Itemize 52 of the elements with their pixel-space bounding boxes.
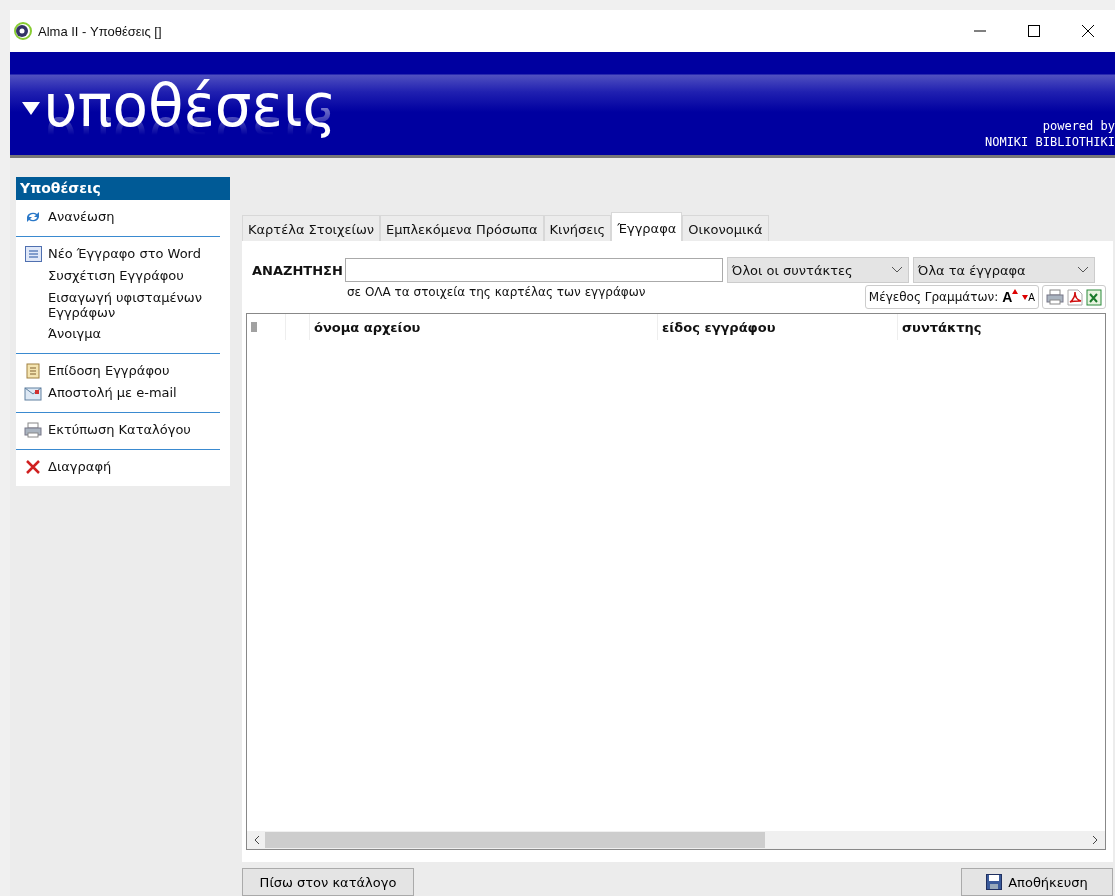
powered-by-text: powered by xyxy=(1042,118,1115,134)
tab[interactable]: Έγγραφα xyxy=(611,212,683,241)
excel-export-button[interactable] xyxy=(1086,288,1102,306)
filter-dropdown[interactable]: Όλα τα έγγραφα xyxy=(912,257,1095,283)
print-button[interactable] xyxy=(1046,289,1064,305)
tab[interactable]: Κινήσεις xyxy=(543,215,612,241)
tab[interactable]: Καρτέλα Στοιχείων xyxy=(242,215,381,241)
decrease-font-button[interactable]: A xyxy=(1022,291,1035,303)
horizontal-scrollbar[interactable] xyxy=(247,831,1105,849)
down-triangle-icon xyxy=(1022,294,1029,300)
sidebar-title: Υποθέσεις xyxy=(16,177,230,200)
app-logo-icon xyxy=(14,22,32,40)
sidebar-item[interactable]: Συσχέτιση Εγγράφου xyxy=(24,265,210,287)
banner-title: υποθέσεις xyxy=(44,76,337,136)
maximize-icon xyxy=(1028,25,1040,37)
search-field[interactable] xyxy=(344,258,723,282)
sidebar-item[interactable]: Αποστολή με e-mail xyxy=(24,382,210,404)
word-document-icon xyxy=(24,246,42,262)
tab[interactable]: Εμπλεκόμενα Πρόσωπα xyxy=(380,215,544,241)
sidebar-item[interactable]: Ανανέωση xyxy=(24,206,210,228)
sidebar-item[interactable]: Νέο Έγγραφο στο Word xyxy=(24,243,210,265)
window-title: Alma II - Υποθέσεις [] xyxy=(38,23,163,39)
sidebar-item[interactable]: Άνοιγμα xyxy=(24,323,210,345)
up-triangle-icon xyxy=(1012,289,1019,294)
delete-icon xyxy=(25,459,41,475)
back-button[interactable]: Πίσω στον κατάλογο xyxy=(242,868,414,896)
mail-icon xyxy=(24,385,42,401)
sidebar-item[interactable]: Εκτύπωση Καταλόγου xyxy=(24,419,210,441)
scroll-icon xyxy=(25,363,41,379)
chevron-icon xyxy=(891,267,902,273)
column-header[interactable]: συντάκτης xyxy=(897,314,1105,340)
column-header[interactable]: όνομα αρχείου xyxy=(309,314,657,340)
chevron-icon xyxy=(1077,267,1088,273)
brand-text: NOMIKI BIBLIOTHIKI xyxy=(984,134,1115,150)
search-hint: σε ΟΛΑ τα στοιχεία της καρτέλας των εγγράφων xyxy=(347,285,646,299)
column-header[interactable]: είδος εγγράφου xyxy=(657,314,897,340)
tab[interactable]: Οικονομικά xyxy=(682,215,769,241)
sidebar-item[interactable]: Διαγραφή xyxy=(24,456,210,478)
refresh-icon xyxy=(25,210,41,224)
sidebar-item[interactable]: Εισαγωγή υφισταμένων Εγγράφων xyxy=(24,287,210,323)
font-size-label: Μέγεθος Γραμμάτων: xyxy=(868,290,999,304)
scroll-right-icon[interactable] xyxy=(1091,835,1099,845)
increase-font-button[interactable]: A xyxy=(1002,289,1019,305)
close-icon xyxy=(1082,25,1094,37)
sidebar-item[interactable]: Επίδοση Εγγράφου xyxy=(24,360,210,382)
pdf-export-button[interactable] xyxy=(1067,288,1083,306)
filter-dropdown[interactable]: Όλοι οι συντάκτες xyxy=(726,257,909,283)
triangle-icon xyxy=(22,102,40,116)
search-label: ΑΝΑΖΗΤΗΣΗ xyxy=(252,262,343,278)
scroll-left-icon[interactable] xyxy=(253,835,261,845)
printer-icon xyxy=(24,422,42,438)
save-button[interactable]: Αποθήκευση xyxy=(961,868,1113,896)
